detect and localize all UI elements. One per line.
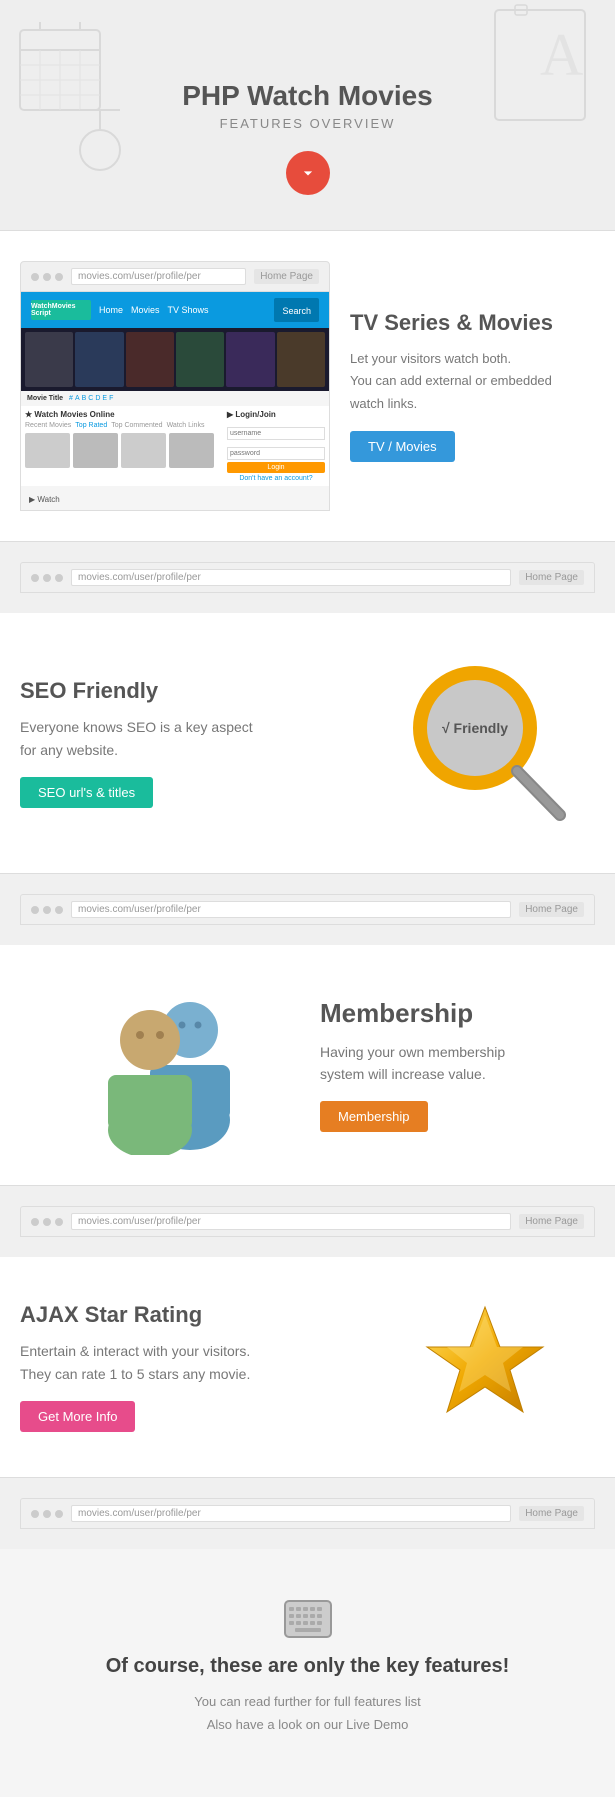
membership-description: Having your own membership system will i… <box>320 1041 595 1086</box>
seo-browser-url: movies.com/user/profile/per <box>71 569 511 586</box>
tv-browser-home-btn[interactable]: Home Page <box>254 269 319 284</box>
dot-15 <box>55 1510 63 1518</box>
svg-text:√ Friendly: √ Friendly <box>442 720 508 736</box>
star-browser-bar: movies.com/user/profile/per Home Page <box>20 1206 595 1237</box>
tv-description: Let your visitors watch both. You can ad… <box>350 348 595 414</box>
footer-browser-url: movies.com/user/profile/per <box>71 1505 511 1522</box>
membership-users-image <box>20 975 320 1155</box>
dot-13 <box>31 1510 39 1518</box>
tv-screenshot-area: movies.com/user/profile/per Home Page Wa… <box>20 261 330 511</box>
hero-section: A PHP Watch Movies FEATURES OVERVIEW <box>0 0 615 230</box>
footer-browser-dots <box>31 1510 63 1518</box>
seo-browser-btn[interactable]: Home Page <box>519 570 584 585</box>
membership-browser-bar: movies.com/user/profile/per Home Page <box>20 894 595 925</box>
footer-cta-section: Of course, these are only the key featur… <box>0 1549 615 1797</box>
footer-line1: You can read further for full features l… <box>20 1690 595 1713</box>
membership-section: Membership Having your own membership sy… <box>0 945 615 1185</box>
star-icon <box>415 1297 555 1437</box>
seo-magnifier-area: √ Friendly <box>375 653 595 833</box>
dot-6 <box>55 574 63 582</box>
footer-bg-wrapper: movies.com/user/profile/per Home Page <box>0 1478 615 1549</box>
tv-browser-url: movies.com/user/profile/per <box>71 268 246 285</box>
tv-cta-button[interactable]: TV / Movies <box>350 431 455 462</box>
hero-subtitle: FEATURES OVERVIEW <box>20 116 595 131</box>
dot-2 <box>43 273 51 281</box>
dot-9 <box>55 906 63 914</box>
membership-bg-wrapper: movies.com/user/profile/per Home Page <box>0 874 615 945</box>
membership-row: Membership Having your own membership sy… <box>0 945 615 1185</box>
keyboard-icon <box>283 1599 333 1639</box>
star-image-area <box>375 1297 595 1437</box>
browser-dots <box>31 273 63 281</box>
star-browser-btn[interactable]: Home Page <box>519 1214 584 1229</box>
seo-text-content: SEO Friendly Everyone knows SEO is a key… <box>20 678 375 808</box>
star-bg-wrapper: movies.com/user/profile/per Home Page <box>0 1186 615 1257</box>
dot-7 <box>31 906 39 914</box>
star-heading: AJAX Star Rating <box>20 1302 375 1328</box>
scroll-down-button[interactable] <box>286 151 330 195</box>
seo-description: Everyone knows SEO is a key aspect for a… <box>20 716 375 761</box>
star-cta-button[interactable]: Get More Info <box>20 1401 135 1432</box>
seo-browser-dots <box>31 574 63 582</box>
dot-5 <box>43 574 51 582</box>
hero-title: PHP Watch Movies <box>20 80 595 112</box>
dot-11 <box>43 1218 51 1226</box>
dot-12 <box>55 1218 63 1226</box>
dot-14 <box>43 1510 51 1518</box>
membership-text-content: Membership Having your own membership sy… <box>320 998 595 1133</box>
tv-heading: TV Series & Movies <box>350 310 595 336</box>
dot-3 <box>55 273 63 281</box>
star-rating-section: AJAX Star Rating Entertain & interact wi… <box>0 1257 615 1477</box>
seo-cta-button[interactable]: SEO url's & titles <box>20 777 153 808</box>
mem-browser-dots <box>31 906 63 914</box>
dot-4 <box>31 574 39 582</box>
seo-section: SEO Friendly Everyone knows SEO is a key… <box>0 613 615 873</box>
magnifier-icon: √ Friendly <box>395 653 575 833</box>
membership-browser-btn[interactable]: Home Page <box>519 902 584 917</box>
seo-bg-wrapper: movies.com/user/profile/per Home Page <box>0 542 615 613</box>
footer-heading: Of course, these are only the key featur… <box>20 1655 595 1678</box>
star-browser-dots <box>31 1218 63 1226</box>
footer-line2: Also have a look on our Live Demo <box>20 1713 595 1736</box>
star-description: Entertain & interact with your visitors.… <box>20 1340 375 1385</box>
seo-browser-bar: movies.com/user/profile/per Home Page <box>20 562 595 593</box>
membership-browser-url: movies.com/user/profile/per <box>71 901 511 918</box>
svg-text:A: A <box>540 22 583 88</box>
dot-8 <box>43 906 51 914</box>
dot-10 <box>31 1218 39 1226</box>
tv-content: TV Series & Movies Let your visitors wat… <box>330 310 595 461</box>
footer-browser-btn[interactable]: Home Page <box>519 1506 584 1521</box>
membership-cta-button[interactable]: Membership <box>320 1101 428 1132</box>
footer-browser-bar: movies.com/user/profile/per Home Page <box>20 1498 595 1529</box>
dot-1 <box>31 273 39 281</box>
users-icon <box>70 975 270 1155</box>
membership-heading: Membership <box>320 998 595 1029</box>
star-text-content: AJAX Star Rating Entertain & interact wi… <box>20 1302 375 1432</box>
seo-heading: SEO Friendly <box>20 678 375 704</box>
tv-section: movies.com/user/profile/per Home Page Wa… <box>0 231 615 541</box>
tv-browser-bar: movies.com/user/profile/per Home Page <box>20 261 330 292</box>
star-browser-url: movies.com/user/profile/per <box>71 1213 511 1230</box>
